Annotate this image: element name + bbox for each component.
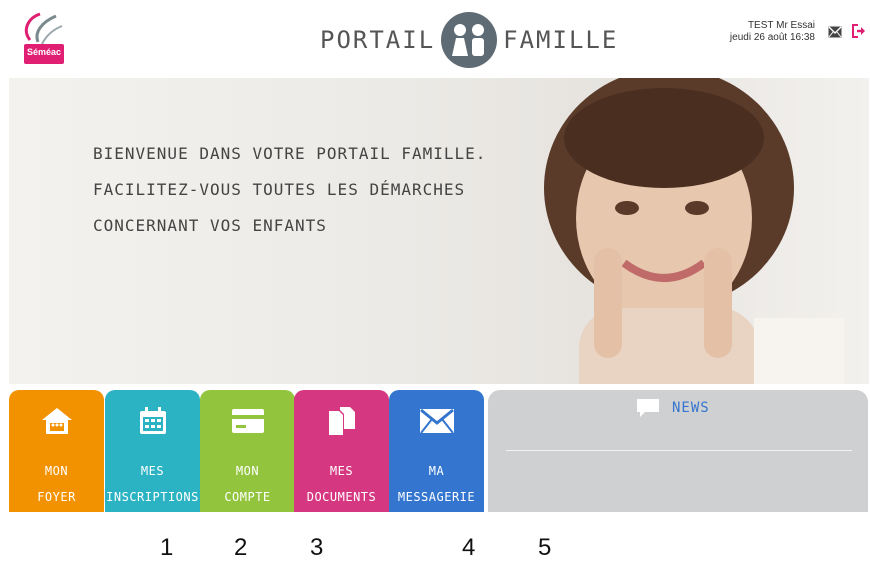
tile-line1: MON <box>235 464 260 478</box>
tile-line2: COMPTE <box>224 490 271 504</box>
logo-label-box: Séméac <box>24 44 64 64</box>
annotation-number: 4 <box>462 534 476 561</box>
welcome-line-1: BIENVENUE DANS VOTRE PORTAIL FAMILLE. <box>93 144 487 163</box>
tile-line2: INSCRIPTIONS <box>106 490 199 504</box>
tile-line2: MESSAGERIE <box>397 490 476 504</box>
hero-banner: BIENVENUE DANS VOTRE PORTAIL FAMILLE. FA… <box>9 78 869 384</box>
seméac-logo[interactable]: Séméac <box>12 10 72 66</box>
logo-text: Séméac <box>26 47 62 57</box>
tile-line1: MES <box>140 464 165 478</box>
annotation-number: 5 <box>538 534 552 561</box>
logout-icon[interactable] <box>852 24 866 38</box>
tile-line2: FOYER <box>37 490 76 504</box>
news-header: NEWS <box>636 398 710 418</box>
family-badge-icon <box>441 12 498 68</box>
annotation-number: 2 <box>234 534 248 561</box>
house-icon <box>41 408 72 434</box>
tile-ma-messagerie[interactable]: MA MESSAGERIE <box>389 390 484 512</box>
tile-mon-foyer[interactable]: MON FOYER <box>9 390 104 512</box>
welcome-text: BIENVENUE DANS VOTRE PORTAIL FAMILLE. FA… <box>93 136 486 244</box>
news-divider <box>506 450 852 451</box>
tile-line2: DOCUMENTS <box>306 490 377 504</box>
documents-icon <box>328 407 355 435</box>
brand-right: FAMILLE <box>503 26 619 54</box>
tile-mes-inscriptions[interactable]: MES INSCRIPTIONS <box>105 390 200 512</box>
welcome-line-3: CONCERNANT VOS ENFANTS <box>93 216 327 235</box>
tile-line1: MON <box>44 464 69 478</box>
brand-left: PORTAIL <box>320 26 436 54</box>
mail-icon[interactable] <box>828 26 842 38</box>
speech-bubble-icon <box>637 399 659 417</box>
header: Séméac PORTAIL FAMILLE TEST Mr Essai jeu… <box>0 0 870 78</box>
calendar-icon <box>139 407 166 434</box>
tile-line1: MES <box>329 464 354 478</box>
current-datetime: jeudi 26 août 16:38 <box>729 32 815 43</box>
tile-mon-compte[interactable]: MON COMPTE <box>200 390 295 512</box>
tile-mes-documents[interactable]: MES DOCUMENTS <box>294 390 389 512</box>
news-panel: NEWS <box>488 390 868 512</box>
user-name: TEST Mr Essai <box>747 20 815 31</box>
annotation-number: 1 <box>160 534 174 561</box>
user-info: TEST Mr Essai jeudi 26 août 16:38 <box>730 20 815 44</box>
envelope-icon <box>419 408 454 434</box>
welcome-line-2: FACILITEZ-VOUS TOUTES LES DÉMARCHES <box>93 180 466 199</box>
portal-brand: PORTAIL FAMILLE <box>320 12 618 68</box>
tile-line1: MA <box>428 464 445 478</box>
news-title: NEWS <box>672 400 710 416</box>
annotation-number: 3 <box>310 534 324 561</box>
smiling-girl-image <box>544 78 844 384</box>
card-icon <box>231 409 264 433</box>
